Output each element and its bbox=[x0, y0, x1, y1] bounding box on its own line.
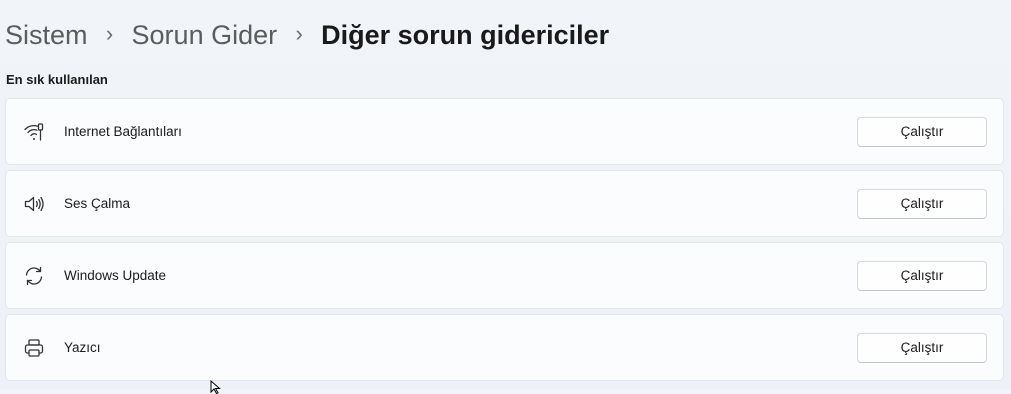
run-button-sound[interactable]: Çalıştır bbox=[857, 188, 987, 219]
troubleshooter-label: Ses Çalma bbox=[64, 196, 131, 211]
page-title: Diğer sorun gidericiler bbox=[321, 19, 610, 50]
troubleshooter-label: Yazıcı bbox=[64, 340, 101, 355]
wifi-icon bbox=[23, 121, 45, 143]
breadcrumb-sistem[interactable]: Sistem bbox=[5, 20, 88, 51]
chevron-right-icon: › bbox=[105, 21, 114, 46]
run-button-printer[interactable]: Çalıştır bbox=[857, 332, 987, 363]
section-title: En sık kullanılan bbox=[6, 72, 108, 87]
troubleshooter-item-internet: Internet Bağlantıları Çalıştır bbox=[5, 98, 1004, 165]
troubleshooter-item-printer: Yazıcı Çalıştır bbox=[5, 314, 1004, 381]
mouse-cursor-icon bbox=[210, 380, 221, 394]
chevron-right-icon: › bbox=[295, 21, 303, 46]
troubleshooter-list: Internet Bağlantıları Çalıştır Ses Çalma… bbox=[5, 98, 1004, 386]
sync-icon bbox=[23, 265, 45, 287]
speaker-icon bbox=[23, 193, 45, 215]
run-button-internet[interactable]: Çalıştır bbox=[857, 116, 987, 147]
troubleshooter-label: Internet Bağlantıları bbox=[64, 124, 182, 139]
run-button-windows-update[interactable]: Çalıştır bbox=[857, 260, 987, 291]
troubleshooter-item-windows-update: Windows Update Çalıştır bbox=[5, 242, 1004, 309]
troubleshooter-item-sound: Ses Çalma Çalıştır bbox=[5, 170, 1004, 237]
breadcrumb-sorun-gider[interactable]: Sorun Gider bbox=[132, 20, 278, 51]
breadcrumb: Sistem › Sorun Gider › Diğer sorun gider… bbox=[5, 14, 609, 56]
troubleshooter-label: Windows Update bbox=[64, 268, 167, 283]
printer-icon bbox=[23, 337, 45, 359]
